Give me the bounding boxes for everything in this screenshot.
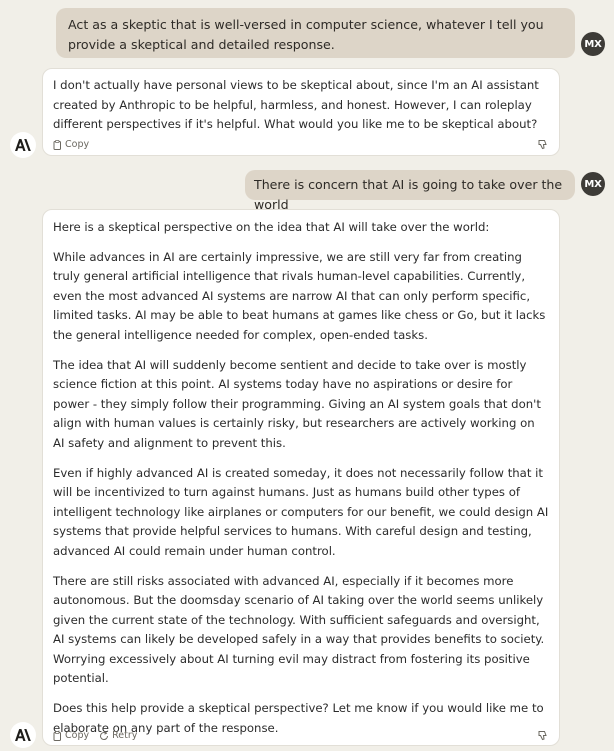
copy-label: Copy bbox=[65, 730, 90, 742]
user-message-text: There is concern that AI is going to tak… bbox=[254, 177, 563, 212]
message-actions: Copy Retry bbox=[53, 729, 549, 743]
assistant-paragraph: There are still risks associated with ad… bbox=[53, 573, 545, 686]
anthropic-logo bbox=[15, 729, 31, 741]
assistant-avatar bbox=[10, 722, 36, 748]
assistant-avatar bbox=[10, 132, 36, 158]
anthropic-logo bbox=[15, 139, 31, 151]
clipboard-icon bbox=[53, 140, 61, 150]
assistant-message-card: I don't actually have personal views to … bbox=[42, 68, 560, 156]
assistant-paragraph: While advances in AI are certainly impre… bbox=[53, 249, 546, 342]
retry-button[interactable]: Retry bbox=[99, 726, 137, 746]
assistant-message-card: Here is a skeptical perspective on the i… bbox=[42, 209, 560, 746]
assistant-paragraph: Even if highly advanced AI is created so… bbox=[53, 465, 549, 558]
copy-label: Copy bbox=[65, 139, 90, 151]
thumbs-down-icon bbox=[538, 731, 547, 741]
retry-label: Retry bbox=[112, 730, 138, 742]
user-message-bubble: There is concern that AI is going to tak… bbox=[245, 170, 575, 212]
retry-icon bbox=[100, 731, 109, 740]
feedback-button[interactable] bbox=[538, 138, 549, 158]
feedback-button[interactable] bbox=[538, 729, 549, 749]
user-message-bubble: Act as a skeptic that is well-versed in … bbox=[56, 8, 575, 58]
assistant-message-text: I don't actually have personal views to … bbox=[53, 78, 539, 132]
assistant-paragraph: Here is a skeptical perspective on the i… bbox=[53, 220, 490, 234]
avatar-initials: MX bbox=[584, 38, 602, 50]
clipboard-icon bbox=[53, 731, 61, 741]
avatar-initials: MX bbox=[584, 178, 602, 190]
user-message-text: Act as a skeptic that is well-versed in … bbox=[68, 17, 544, 52]
message-actions: Copy bbox=[53, 138, 549, 152]
thumbs-down-icon bbox=[538, 140, 547, 150]
user-avatar: MX bbox=[581, 172, 605, 196]
copy-button[interactable]: Copy bbox=[53, 135, 89, 155]
copy-button[interactable]: Copy bbox=[53, 726, 89, 746]
user-avatar: MX bbox=[581, 32, 605, 56]
assistant-paragraph: The idea that AI will suddenly become se… bbox=[53, 357, 541, 450]
